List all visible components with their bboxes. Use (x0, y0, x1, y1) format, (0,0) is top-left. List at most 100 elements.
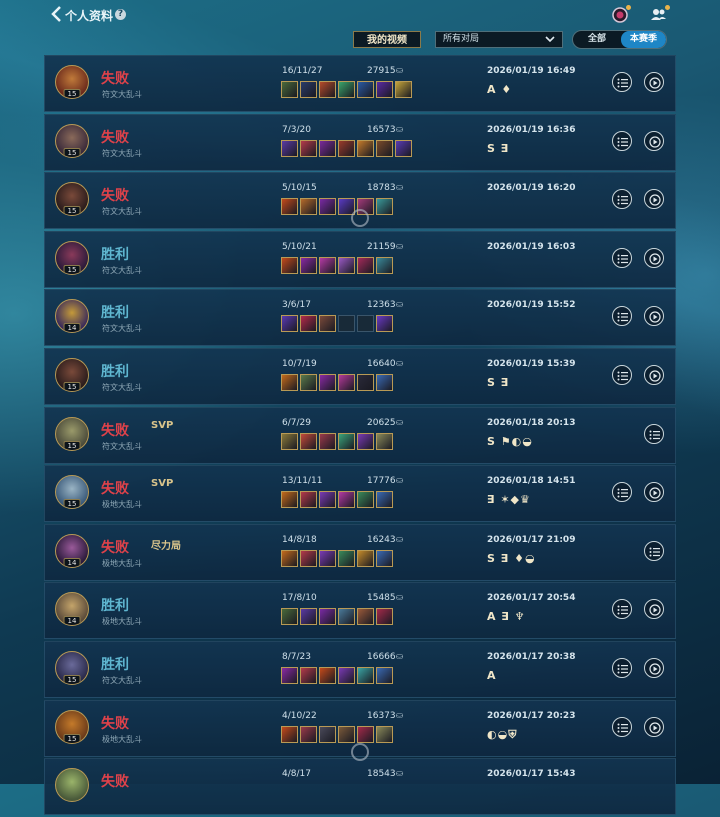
item-icon[interactable] (357, 81, 374, 98)
toggle-season[interactable]: 本赛季 (621, 31, 666, 48)
item-icon[interactable] (281, 373, 298, 391)
item-icon[interactable] (319, 432, 336, 450)
item-icon[interactable] (376, 491, 393, 509)
item-icon[interactable] (281, 608, 298, 626)
item-icon[interactable] (319, 373, 336, 391)
item-icon[interactable] (300, 198, 317, 216)
champion-avatar[interactable]: 15 (55, 709, 89, 744)
item-icon[interactable] (376, 81, 393, 98)
item-icon[interactable] (281, 666, 298, 684)
champion-avatar[interactable]: 15 (55, 650, 89, 685)
profile-badge-icon[interactable] (611, 5, 631, 24)
friends-icon[interactable] (650, 5, 670, 24)
item-icon[interactable] (281, 81, 298, 98)
item-icon[interactable] (357, 432, 374, 450)
champion-avatar[interactable]: 15 (55, 416, 89, 451)
item-icon[interactable] (376, 139, 393, 157)
item-icon[interactable] (319, 608, 336, 626)
item-icon[interactable] (300, 373, 317, 391)
item-icon[interactable] (338, 666, 355, 684)
item-icon[interactable] (357, 549, 374, 567)
item-icon[interactable] (357, 725, 374, 743)
item-icon[interactable] (376, 373, 393, 391)
item-icon[interactable] (281, 549, 298, 567)
champion-avatar[interactable]: 15 (55, 182, 89, 217)
match-detail-button[interactable] (612, 599, 632, 620)
match-detail-button[interactable] (612, 247, 632, 268)
item-icon[interactable] (300, 81, 317, 98)
item-icon[interactable] (281, 198, 298, 216)
match-detail-button[interactable] (612, 482, 632, 503)
item-icon[interactable] (376, 666, 393, 684)
item-icon[interactable] (376, 256, 393, 274)
item-icon[interactable] (357, 666, 374, 684)
item-icon[interactable] (300, 432, 317, 450)
item-icon[interactable] (376, 608, 393, 626)
item-icon[interactable] (300, 666, 317, 684)
item-icon[interactable] (281, 725, 298, 743)
match-row[interactable]: 15 失败 极地大乱斗 SVP 13/11/11 17776⛀ 2026/01/18 14:… (44, 465, 676, 523)
item-icon[interactable] (338, 373, 355, 391)
item-icon[interactable] (319, 139, 336, 157)
replay-button[interactable] (644, 599, 664, 620)
item-icon[interactable] (300, 256, 317, 274)
item-icon[interactable] (300, 139, 317, 157)
replay-button[interactable] (644, 657, 664, 678)
champion-avatar[interactable]: 14 (55, 533, 89, 568)
item-icon[interactable] (300, 315, 317, 333)
replay-button[interactable] (644, 364, 664, 385)
toggle-all[interactable]: 全部 (573, 31, 621, 48)
match-row[interactable]: 15 失败 符文大乱斗 16/11/27 27915⛀ 2026/01/19 16:49 A… (44, 55, 676, 112)
item-icon[interactable] (338, 549, 355, 567)
my-video-button[interactable]: 我的视频 (353, 31, 421, 48)
item-icon[interactable] (281, 491, 298, 509)
item-icon[interactable] (319, 256, 336, 274)
item-icon[interactable] (300, 491, 317, 509)
item-icon[interactable] (338, 491, 355, 509)
item-icon[interactable] (281, 139, 298, 157)
item-icon[interactable] (338, 256, 355, 274)
match-detail-button[interactable] (612, 657, 632, 678)
match-detail-button[interactable] (612, 72, 632, 92)
item-icon[interactable] (376, 725, 393, 743)
match-detail-button[interactable] (644, 540, 664, 561)
item-icon[interactable] (338, 608, 355, 626)
replay-button[interactable] (644, 482, 664, 503)
item-icon[interactable] (357, 315, 374, 333)
item-icon[interactable] (395, 81, 412, 98)
item-icon[interactable] (338, 432, 355, 450)
champion-avatar[interactable]: 15 (55, 123, 89, 158)
match-detail-button[interactable] (612, 716, 632, 737)
item-icon[interactable] (319, 549, 336, 567)
replay-button[interactable] (644, 306, 664, 327)
back-arrow-icon[interactable] (50, 5, 64, 23)
champion-avatar[interactable] (55, 768, 89, 803)
item-icon[interactable] (319, 198, 336, 216)
match-row[interactable]: 15 胜利 符文大乱斗 8/7/23 16666⛀ 2026/01/17 20:38 A (44, 640, 676, 698)
match-row[interactable]: 失败 4/8/17 18543⛀ 2026/01/17 15:43 (44, 758, 676, 816)
match-row[interactable]: 15 失败 符文大乱斗 SVP 6/7/29 20625⛀ 2026/01/18 20:13… (44, 406, 676, 464)
item-icon[interactable] (357, 256, 374, 274)
item-icon[interactable] (319, 491, 336, 509)
item-icon[interactable] (300, 725, 317, 743)
item-icon[interactable] (281, 256, 298, 274)
item-icon[interactable] (395, 139, 412, 157)
match-row[interactable]: 15 胜利 符文大乱斗 10/7/19 16640⛀ 2026/01/19 15:39 S … (44, 347, 676, 405)
item-icon[interactable] (376, 432, 393, 450)
champion-avatar[interactable]: 14 (55, 299, 89, 334)
item-icon[interactable] (376, 198, 393, 216)
champion-avatar[interactable]: 15 (55, 65, 89, 99)
item-icon[interactable] (319, 315, 336, 333)
champion-avatar[interactable]: 15 (55, 240, 89, 275)
item-icon[interactable] (319, 81, 336, 98)
item-icon[interactable] (357, 373, 374, 391)
match-detail-button[interactable] (612, 364, 632, 385)
match-row[interactable]: 15 失败 符文大乱斗 7/3/20 16573⛀ 2026/01/19 16:36 S ∃ (44, 113, 676, 171)
match-type-select[interactable]: 所有对局 (435, 31, 563, 48)
replay-button[interactable] (644, 130, 664, 151)
champion-avatar[interactable]: 15 (55, 475, 89, 510)
item-icon[interactable] (338, 81, 355, 98)
match-row[interactable]: 14 失败 极地大乱斗 尽力局 14/8/18 16243⛀ 2026/01/17 21:0… (44, 523, 676, 581)
match-row[interactable]: 15 胜利 符文大乱斗 5/10/21 21159⛀ 2026/01/19 16:03 (44, 230, 676, 288)
champion-avatar[interactable]: 15 (55, 357, 89, 392)
